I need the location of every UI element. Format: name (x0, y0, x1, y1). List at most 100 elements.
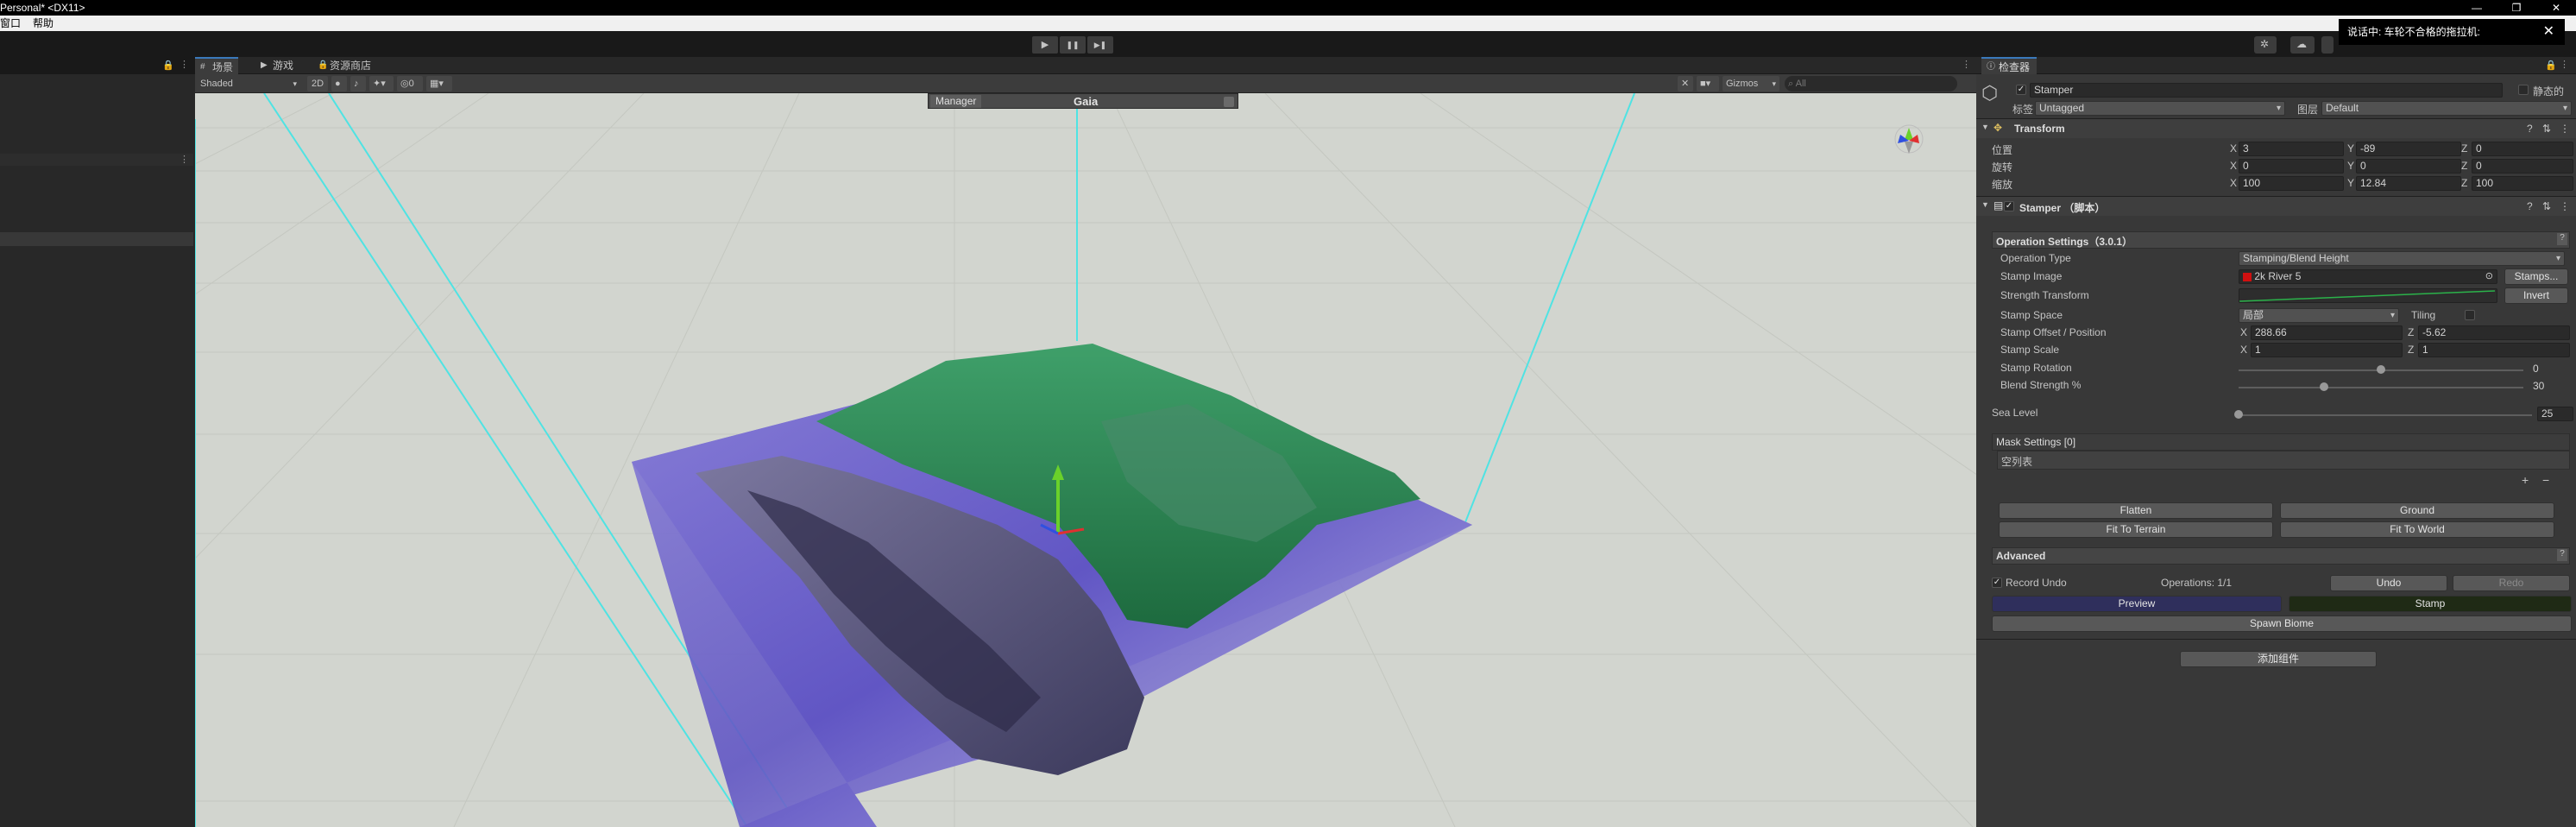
more-icon[interactable]: ⋮ (180, 154, 189, 165)
help-icon[interactable]: ? (2557, 549, 2567, 561)
rotation-z-field[interactable]: 0 (2472, 159, 2573, 174)
help-icon[interactable]: ? (2557, 233, 2567, 245)
menu-help[interactable]: 帮助 (33, 16, 54, 31)
minimize-button[interactable]: — (2457, 0, 2497, 16)
preset-icon[interactable]: ⇅ (2542, 200, 2551, 212)
menu-window[interactable]: 窗口 (0, 16, 21, 31)
more-icon[interactable]: ⋮ (2560, 59, 2569, 70)
rotation-y-field[interactable]: 0 (2356, 159, 2461, 174)
operation-settings-foldout[interactable]: Operation Settings（3.0.1） ? (1992, 231, 2570, 249)
invert-button[interactable]: Invert (2504, 287, 2568, 304)
tab-asset-store[interactable]: 🔒 资源商店 (312, 57, 376, 74)
rotation-x-field[interactable]: 0 (2239, 159, 2344, 174)
gaia-manager-window[interactable]: Manager Gaia (928, 93, 1238, 109)
flatten-button[interactable]: Flatten (1999, 502, 2273, 519)
more-icon[interactable]: ⋮ (180, 59, 189, 70)
object-picker-icon[interactable]: ⊙ (2485, 270, 2493, 283)
offset-z-field[interactable]: -5.62 (2418, 325, 2570, 340)
add-component-button[interactable]: 添加组件 (2180, 651, 2377, 667)
stamper-header[interactable]: ▼ ▤ ✓ Stamper （脚本） ? ⇅ ⋮ (1976, 197, 2576, 216)
stamp-image-field[interactable]: 2k River 5 ⊙ (2239, 269, 2497, 284)
redo-button[interactable]: Redo (2453, 575, 2570, 591)
tab-inspector[interactable]: ⓘ 检查器 (1981, 57, 2037, 74)
position-z-field[interactable]: 0 (2472, 142, 2573, 156)
stamp-space-dropdown[interactable]: 局部 (2239, 308, 2399, 323)
spawn-biome-button[interactable]: Spawn Biome (1992, 616, 2572, 632)
help-icon[interactable] (1224, 97, 1234, 107)
play-button[interactable]: ▶ (1032, 36, 1058, 54)
scale-y-field[interactable]: 12.84 (2356, 176, 2461, 191)
layer-dropdown[interactable]: Default (2321, 101, 2572, 116)
step-button[interactable]: ▶❚ (1087, 36, 1113, 54)
more-icon[interactable]: ⋮ (2560, 123, 2570, 135)
more-icon[interactable]: ⋮ (1962, 59, 1971, 70)
blend-value-field[interactable]: 30 (2529, 379, 2572, 394)
active-checkbox[interactable]: ✓ (2016, 85, 2026, 95)
position-x-field[interactable]: 3 (2239, 142, 2344, 156)
lock-icon[interactable]: 🔒 (2545, 60, 2557, 71)
lighting-icon[interactable]: ✲ (2254, 36, 2277, 54)
blend-slider-knob[interactable] (2320, 382, 2328, 391)
scene-viewport[interactable] (195, 93, 1976, 827)
hidden-objects-toggle[interactable]: ◎0 (397, 76, 423, 92)
camera-icon[interactable]: ■▾ (1697, 76, 1719, 92)
stamp-button[interactable]: Stamp (2289, 596, 2572, 612)
shading-mode-dropdown[interactable]: Shaded ▾ (197, 76, 300, 92)
position-y-field[interactable]: -89 (2356, 142, 2461, 156)
tab-scene[interactable]: # 场景 (195, 57, 239, 74)
scale-z-field[interactable]: 100 (2472, 176, 2573, 191)
add-mask-button[interactable]: + (2522, 473, 2529, 487)
fit-to-terrain-button[interactable]: Fit To Terrain (1999, 521, 2273, 538)
tiling-checkbox[interactable] (2465, 310, 2475, 320)
stamp-scale-z-field[interactable]: 1 (2418, 343, 2570, 357)
operation-type-dropdown[interactable]: Stamping/Blend Height (2239, 251, 2565, 266)
undo-button[interactable]: Undo (2330, 575, 2447, 591)
ground-button[interactable]: Ground (2280, 502, 2554, 519)
effects-icon[interactable]: ✦▾ (369, 76, 394, 92)
more-icon[interactable]: ⋮ (2560, 200, 2570, 212)
cloud-icon[interactable]: ☁ (2290, 36, 2315, 54)
gizmos-dropdown[interactable]: Gizmos ▾ (1723, 76, 1779, 92)
maximize-button[interactable]: ❐ (2497, 0, 2536, 16)
preset-icon[interactable]: ⇅ (2542, 123, 2551, 135)
tab-manager[interactable]: Manager (930, 95, 982, 108)
account-dropdown[interactable] (2321, 36, 2334, 54)
close-window-button[interactable]: ✕ (2536, 0, 2576, 16)
blend-slider-track[interactable] (2239, 387, 2523, 388)
hierarchy-selected-row[interactable] (0, 232, 193, 246)
offset-x-field[interactable]: 288.66 (2251, 325, 2403, 340)
help-icon[interactable]: ? (2527, 123, 2533, 135)
strength-curve-field[interactable] (2239, 288, 2497, 303)
audio-icon[interactable]: ♪ (350, 76, 366, 92)
tools-icon[interactable]: ✕ (1678, 76, 1693, 92)
close-icon[interactable]: ✕ (2543, 19, 2554, 45)
record-undo-checkbox[interactable]: ✓ (1992, 578, 2002, 588)
mask-settings-foldout[interactable]: Mask Settings [0] (1992, 433, 2570, 451)
light-icon[interactable]: ● (331, 76, 347, 92)
fit-to-world-button[interactable]: Fit To World (2280, 521, 2554, 538)
object-name-field[interactable]: Stamper (2030, 83, 2503, 98)
scene-search-input[interactable]: ⌕ All (1785, 76, 1957, 92)
pause-button[interactable]: ❚❚ (1060, 36, 1086, 54)
scale-x-field[interactable]: 100 (2239, 176, 2344, 191)
sea-level-slider-track[interactable] (2239, 414, 2532, 416)
remove-mask-button[interactable]: − (2542, 473, 2549, 487)
tab-game[interactable]: ▶ 游戏 (255, 57, 299, 74)
hierarchy-row[interactable]: ⋮ (0, 154, 193, 166)
grid-icon[interactable]: ▦▾ (426, 76, 452, 92)
rotation-value-field[interactable]: 0 (2529, 362, 2572, 376)
advanced-foldout[interactable]: Advanced ? (1992, 547, 2570, 565)
help-icon[interactable]: ? (2527, 200, 2533, 212)
preview-button[interactable]: Preview (1992, 596, 2282, 612)
stamps-button[interactable]: Stamps... (2504, 268, 2568, 285)
2d-toggle[interactable]: 2D (307, 76, 328, 92)
transform-header[interactable]: ▼ ✥ Transform ? ⇅ ⋮ (1976, 119, 2576, 138)
static-checkbox[interactable] (2518, 85, 2529, 95)
lock-icon[interactable]: 🔒 (162, 60, 174, 71)
stamp-scale-x-field[interactable]: 1 (2251, 343, 2403, 357)
stamper-enabled-checkbox[interactable]: ✓ (2004, 201, 2014, 211)
tag-dropdown[interactable]: Untagged (2035, 101, 2285, 116)
rotation-slider-knob[interactable] (2377, 365, 2385, 374)
sea-level-field[interactable]: 25 (2537, 407, 2573, 421)
sea-level-slider-knob[interactable] (2234, 410, 2243, 419)
